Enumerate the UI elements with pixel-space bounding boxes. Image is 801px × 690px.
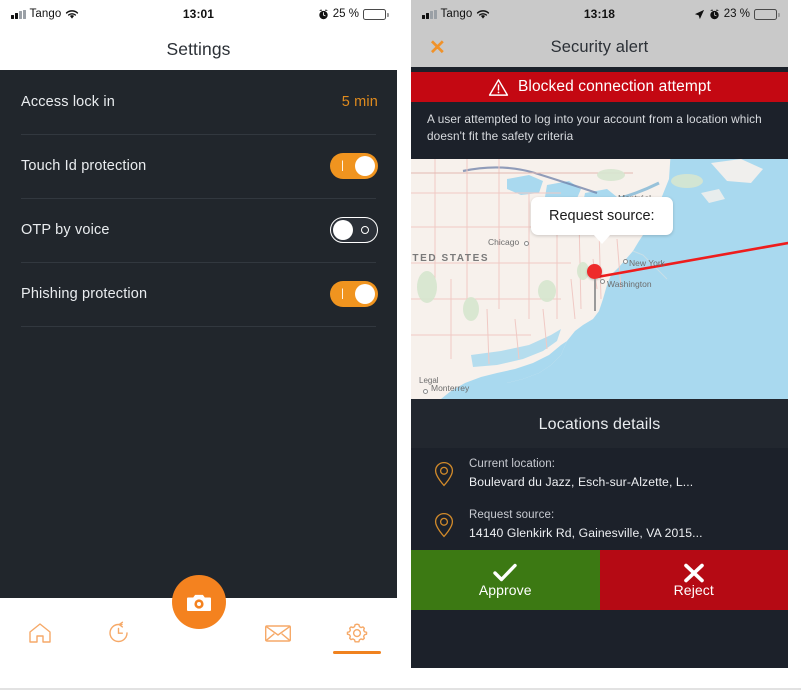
location-arrow-icon [694, 9, 704, 19]
map-pin-head [587, 264, 602, 280]
history-clock-icon [109, 621, 128, 643]
map-pin-icon [434, 512, 454, 538]
nav-bar-left: Settings [0, 28, 397, 70]
active-tab-indicator [333, 651, 382, 654]
setting-label: OTP by voice [21, 222, 110, 238]
nav-bar-right: ✕ Security alert [411, 28, 788, 67]
setting-row-phishing[interactable]: Phishing protection | [0, 262, 397, 326]
alarm-clock-icon [709, 8, 719, 19]
action-bar: Approve Reject [411, 550, 788, 611]
location-text: Request source: 14140 Glenkirk Rd, Gaine… [469, 509, 703, 540]
status-bar-right-group: 25 % [318, 8, 389, 20]
setting-value: 5 min [341, 94, 378, 110]
toggle-knob [355, 284, 375, 304]
page-title: Settings [166, 38, 231, 59]
map-callout-request-source: Request source: [531, 197, 673, 236]
close-x-icon[interactable]: ✕ [429, 38, 446, 58]
toggle-on-mark-icon: | [341, 159, 344, 172]
setting-label: Access lock in [21, 94, 115, 110]
tab-home[interactable] [0, 598, 79, 668]
camera-icon [186, 594, 211, 611]
setting-row-access-lock[interactable]: Access lock in 5 min [0, 70, 397, 134]
camera-fab-button[interactable] [171, 575, 226, 629]
map-legal-label[interactable]: Legal [419, 376, 439, 385]
reject-button[interactable]: Reject [599, 550, 788, 611]
location-key: Current location: [469, 458, 556, 471]
location-row-request-source[interactable]: Request source: 14140 Glenkirk Rd, Gaine… [411, 499, 788, 550]
battery-percent-label: 25 % [332, 8, 359, 20]
alert-banner-text: Blocked connection attempt [517, 78, 712, 95]
bottom-tab-bar [0, 575, 397, 668]
phone-left-settings-screen: Tango 13:01 25 % Settings Access lock in… [0, 0, 397, 668]
envelope-icon [264, 624, 291, 642]
reject-label: Reject [673, 581, 714, 598]
locations-details-section: Locations details Current location: Boul… [411, 399, 788, 551]
status-bar-right-group: 23 % [694, 8, 780, 20]
screenshot-canvas: Tango 13:01 25 % Settings Access lock in… [0, 0, 801, 690]
list-divider [21, 326, 376, 327]
approve-button[interactable]: Approve [411, 550, 600, 611]
tab-messages[interactable] [238, 598, 317, 668]
map-label-washington: Washington [607, 279, 652, 290]
toggle-knob [332, 219, 353, 240]
toggle-knob [355, 156, 375, 176]
location-row-current[interactable]: Current location: Boulevard du Jazz, Esc… [411, 448, 788, 499]
status-bar-right: Tango 13:18 23 % [411, 0, 788, 28]
map-label-new-york: New York [629, 258, 665, 269]
page-title: Security alert [550, 38, 649, 56]
x-icon [683, 563, 704, 582]
location-value: 14140 Glenkirk Rd, Gainesville, VA 2015.… [469, 526, 703, 541]
toggle-otp-by-voice[interactable] [330, 217, 378, 243]
battery-percent-label: 23 % [723, 8, 750, 20]
warning-triangle-icon [488, 78, 509, 96]
toggle-phishing-protection[interactable]: | [330, 281, 378, 307]
toggle-on-mark-icon: | [341, 287, 344, 300]
setting-label: Touch Id protection [21, 158, 147, 174]
location-text: Current location: Boulevard du Jazz, Esc… [469, 458, 693, 489]
map-pin-stem [593, 279, 596, 312]
home-icon [29, 623, 51, 643]
tab-history[interactable] [79, 598, 158, 668]
battery-icon [363, 8, 389, 20]
locations-details-title: Locations details [411, 399, 788, 449]
status-bar-left: Tango 13:01 25 % [0, 0, 397, 28]
setting-row-touch-id[interactable]: Touch Id protection | [0, 134, 397, 198]
toggle-touch-id-protection[interactable]: | [330, 153, 378, 179]
gear-icon [347, 623, 368, 643]
map-pin-marker[interactable] [587, 264, 602, 312]
setting-row-otp-voice[interactable]: OTP by voice [0, 198, 397, 262]
map-label-chicago: Chicago [488, 237, 520, 248]
location-value: Boulevard du Jazz, Esch-sur-Alzette, L..… [469, 475, 694, 490]
approve-label: Approve [478, 581, 532, 598]
setting-label: Phishing protection [21, 286, 148, 302]
alert-description: A user attempted to log into your accoun… [411, 102, 788, 160]
check-icon [493, 563, 517, 581]
tab-settings[interactable] [318, 598, 397, 668]
map-label-country: ITED STATES [411, 253, 490, 265]
location-key: Request source: [469, 509, 555, 522]
tab-camera[interactable] [159, 575, 238, 668]
battery-icon [754, 8, 780, 20]
map-pin-icon [434, 461, 454, 487]
settings-list: Access lock in 5 min Touch Id protection… [0, 70, 397, 598]
toggle-off-mark-icon [361, 226, 369, 234]
alarm-clock-icon [318, 8, 328, 19]
map-view[interactable]: Montréal Chicago ITED STATES New York Wa… [411, 159, 788, 400]
alert-banner: Blocked connection attempt [411, 72, 788, 102]
phone-right-security-alert-screen: Tango 13:18 23 % ✕ Security alert Blocke… [411, 0, 788, 668]
